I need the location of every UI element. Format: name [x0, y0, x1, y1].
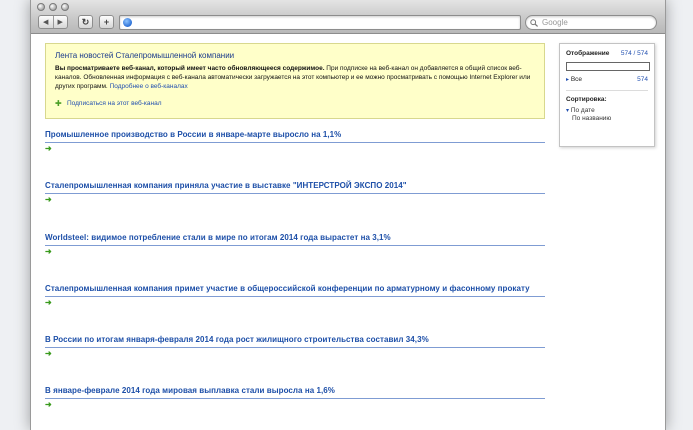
article-title[interactable]: В России по итогам января-февраля 2014 г…: [45, 335, 545, 348]
minimize-window-button[interactable]: [49, 3, 57, 11]
triangle-right-icon: ▸: [566, 77, 570, 83]
more-about-feeds-link[interactable]: Подробнее о веб-каналах: [110, 83, 188, 90]
search-icon: [530, 18, 539, 27]
page-content: Лента новостей Сталепромышленной компани…: [31, 35, 665, 430]
globe-icon: [123, 18, 132, 27]
go-arrow-icon[interactable]: ➜: [45, 248, 545, 256]
search-placeholder: Google: [542, 18, 568, 27]
article-title[interactable]: Сталепромышленная компания приняла участ…: [45, 181, 545, 194]
display-count: 574 / 574: [620, 50, 648, 57]
triangle-down-icon: ▾: [566, 108, 570, 114]
window-controls: [37, 3, 69, 11]
sort-by-name[interactable]: По названию: [572, 115, 648, 123]
nav-buttons: ◀ ▶: [38, 15, 68, 29]
search-input[interactable]: Google: [525, 15, 657, 30]
article-title[interactable]: Worldsteel: видимое потребление стали в …: [45, 233, 545, 246]
close-window-button[interactable]: [37, 3, 45, 11]
back-button[interactable]: ◀: [39, 16, 53, 28]
zoom-window-button[interactable]: [61, 3, 69, 11]
go-arrow-icon[interactable]: ➜: [45, 299, 545, 307]
article-item: Worldsteel: видимое потребление стали в …: [45, 233, 545, 256]
filter-input[interactable]: [566, 62, 650, 71]
feed-info-box: Лента новостей Сталепромышленной компани…: [45, 43, 545, 119]
sort-by-date[interactable]: ▾ По дате: [566, 107, 648, 115]
add-bookmark-button[interactable]: +: [99, 15, 114, 29]
article-item: В январе-феврале 2014 года мировая выпла…: [45, 386, 545, 409]
feed-description-bold: Вы просматриваете веб-канал, который име…: [55, 65, 325, 72]
plus-icon: +: [103, 17, 110, 27]
forward-arrow-icon: ▶: [57, 19, 63, 26]
article-title[interactable]: Промышленное производство в России в янв…: [45, 130, 545, 143]
subscribe-link[interactable]: Подписаться на этот веб-канал: [67, 99, 162, 109]
display-label: Отображение: [566, 50, 610, 57]
subscribe-star-icon: ✚: [55, 99, 62, 108]
go-arrow-icon[interactable]: ➜: [45, 196, 545, 204]
feed-description: Вы просматриваете веб-канал, который име…: [55, 64, 535, 91]
back-arrow-icon: ◀: [43, 19, 49, 26]
article-item: Сталепромышленная компания приняла участ…: [45, 181, 545, 204]
go-arrow-icon[interactable]: ➜: [45, 401, 545, 409]
sort-label: Сортировка:: [566, 96, 607, 103]
filter-all-row[interactable]: ▸ Все 574: [566, 76, 648, 83]
feed-title: Лента новостей Сталепромышленной компани…: [55, 51, 235, 60]
article-item: В России по итогам января-февраля 2014 г…: [45, 335, 545, 358]
forward-button[interactable]: ▶: [52, 16, 68, 28]
feed-sidebar: Отображение 574 / 574 ▸ Все 574 Сортиров…: [559, 43, 655, 147]
browser-window: ◀ ▶ ↻ + Google Лента новостей Сталепромы…: [30, 0, 666, 430]
go-arrow-icon[interactable]: ➜: [45, 350, 545, 358]
divider: [566, 90, 648, 91]
display-row: Отображение 574 / 574: [566, 50, 648, 57]
reload-button[interactable]: ↻: [78, 15, 93, 29]
reload-icon: ↻: [81, 16, 90, 27]
address-bar[interactable]: [119, 15, 521, 30]
browser-toolbar: ◀ ▶ ↻ + Google: [31, 0, 665, 34]
go-arrow-icon[interactable]: ➜: [45, 145, 545, 153]
article-title[interactable]: Сталепромышленная компания примет участи…: [45, 284, 545, 297]
filter-all: ▸ Все: [566, 76, 583, 83]
subscribe-row: ✚ Подписаться на этот веб-канал: [55, 99, 535, 109]
filter-all-count: 574: [637, 76, 648, 83]
article-title[interactable]: В январе-феврале 2014 года мировая выпла…: [45, 386, 545, 399]
article-item: Сталепромышленная компания примет участи…: [45, 284, 545, 307]
article-item: Промышленное производство в России в янв…: [45, 130, 545, 153]
